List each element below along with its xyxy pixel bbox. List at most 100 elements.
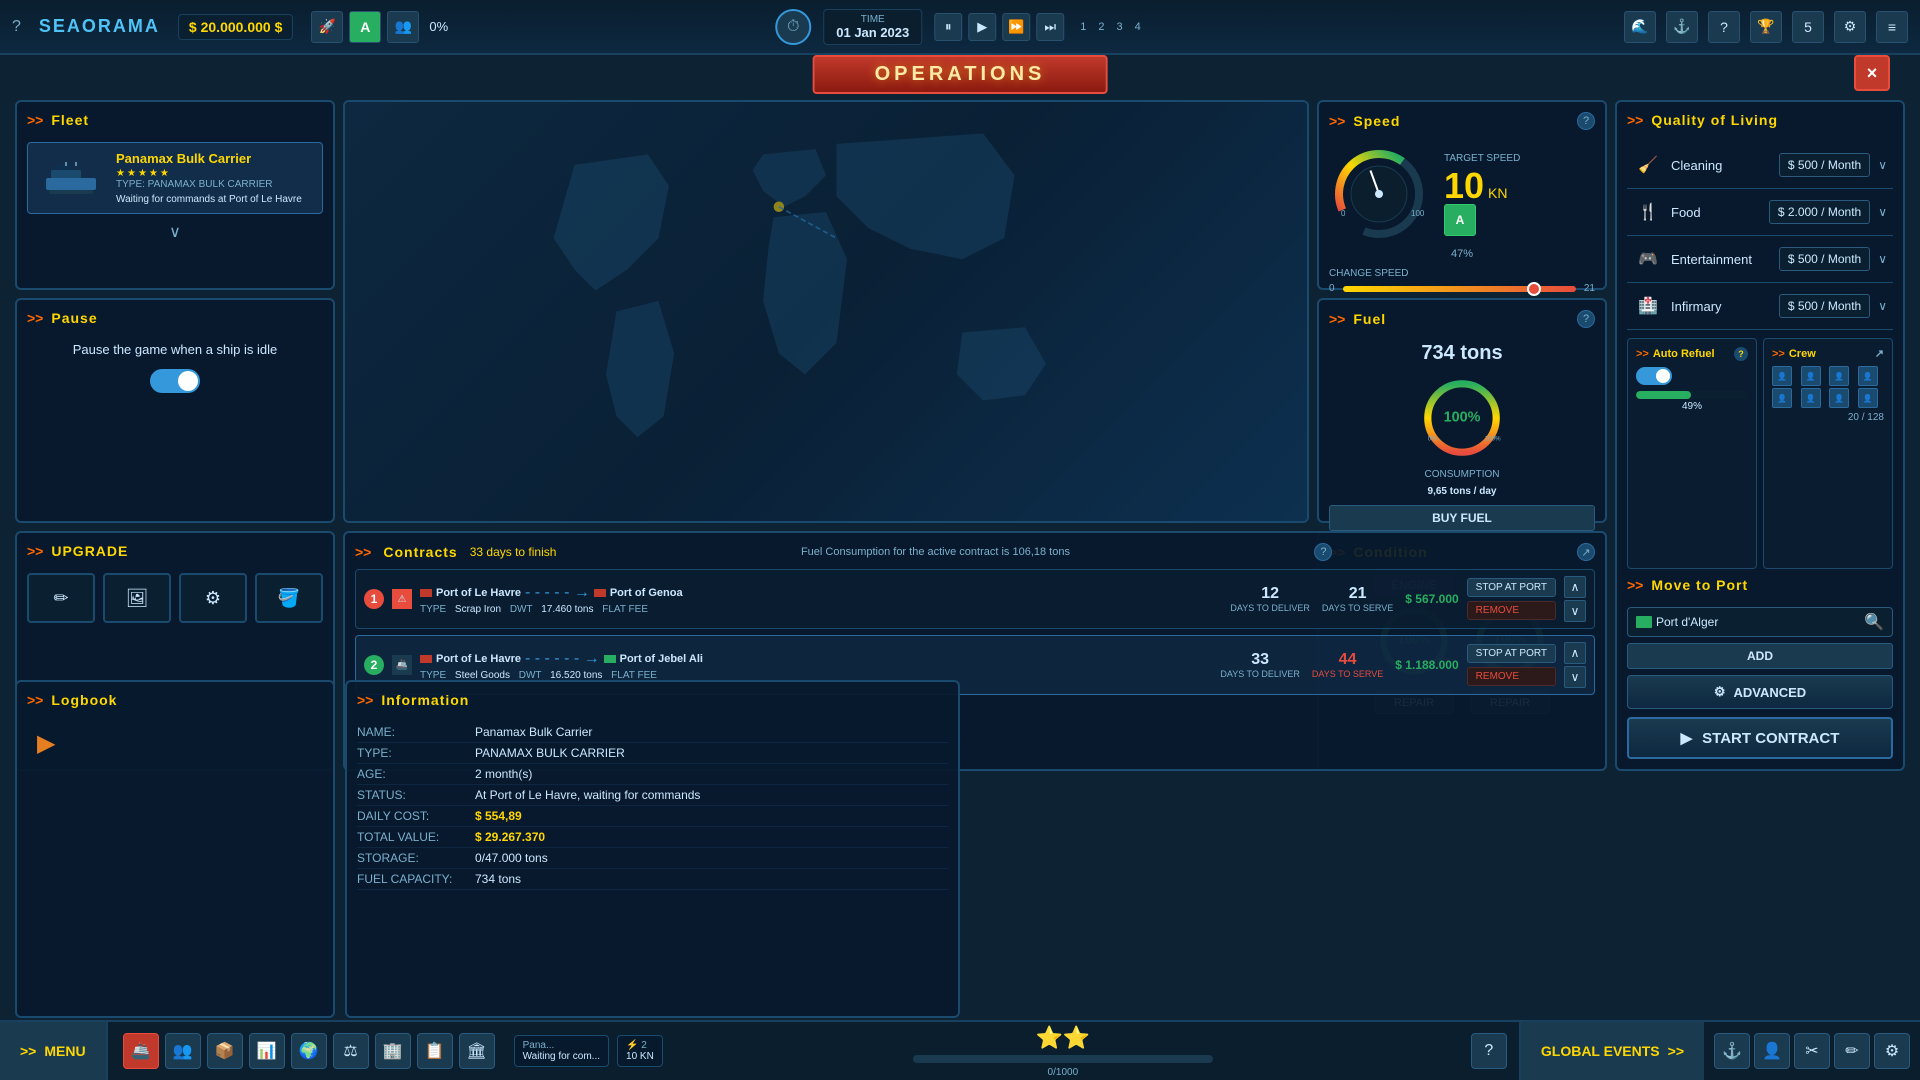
top-right-icon-5[interactable]: 5 [1792, 11, 1824, 43]
time-icon: ⏱ [775, 9, 811, 45]
menu-button[interactable]: >> MENU [0, 1022, 108, 1080]
bottom-anchor-icon[interactable]: ⚓ [1714, 1033, 1750, 1069]
qol-header: >> Quality of Living [1627, 112, 1893, 134]
gauge-circle: 0 100 [1329, 144, 1429, 244]
ff-btn[interactable]: ⏩ [1002, 13, 1030, 41]
bottom-help-icon[interactable]: ? [1471, 1033, 1507, 1069]
top-right-icon-4[interactable]: 🏆 [1750, 11, 1782, 43]
bottom-scissors-icon[interactable]: ✂ [1794, 1033, 1830, 1069]
top-right-icon-2[interactable]: ⚓ [1666, 11, 1698, 43]
info-status-value: At Port of Le Havre, waiting for command… [475, 788, 700, 802]
auto-refuel-toggle[interactable] [1636, 367, 1672, 385]
nav-crew-icon[interactable]: 👥 [165, 1033, 201, 1069]
ship-name: Panamax Bulk Carrier [116, 151, 302, 166]
speed-slider[interactable] [1343, 286, 1576, 292]
qol-arrows: >> [1627, 112, 1643, 128]
top-right-icon-1[interactable]: 🌊 [1624, 11, 1656, 43]
contract-num-2: 2 [364, 655, 384, 675]
nav-ships-icon[interactable]: 🚢 [123, 1033, 159, 1069]
info-name-label: NAME: [357, 725, 467, 739]
nav-globe-icon[interactable]: 🌍 [291, 1033, 327, 1069]
global-events-arrows: >> [1668, 1043, 1684, 1059]
contracts-external[interactable]: ↗ [1577, 543, 1595, 561]
logbook-play-icon: ▶ [37, 729, 323, 758]
menu-dots-icon[interactable]: ≡ [1876, 11, 1908, 43]
consumption-value: 9,65 tons / day [1329, 486, 1595, 497]
expand-down-1[interactable]: ∨ [1564, 600, 1586, 622]
qol-infirmary-chevron[interactable]: ∨ [1878, 299, 1887, 313]
qol-food-chevron[interactable]: ∨ [1878, 205, 1887, 219]
crew-external-icon[interactable]: ↗ [1875, 347, 1884, 360]
qol-cleaning-cost: $ 500 / Month [1779, 153, 1870, 177]
ship-status: Waiting for commands at Port of Le Havre [116, 194, 302, 205]
bottom-person-icon[interactable]: 👤 [1754, 1033, 1790, 1069]
expand-up-2[interactable]: ∧ [1564, 642, 1586, 664]
fleet-header: >> Fleet [27, 112, 323, 134]
stop-at-port-button-2[interactable]: STOP AT PORT [1467, 644, 1556, 663]
nav-bank-icon[interactable]: 🏛 [459, 1033, 495, 1069]
nav-trade-icon[interactable]: ⚖ [333, 1033, 369, 1069]
global-events-button[interactable]: GLOBAL EVENTS >> [1519, 1022, 1704, 1080]
start-contract-button[interactable]: ▶ START CONTRACT [1627, 717, 1893, 759]
auto-refuel-crew-row: >> Auto Refuel ? 49% >> Crew ↗ [1627, 330, 1893, 577]
top-right-icon-3[interactable]: ? [1708, 11, 1740, 43]
qol-cleaning-chevron[interactable]: ∨ [1878, 158, 1887, 172]
upgrade-edit-button[interactable]: ✏ [27, 573, 95, 623]
advanced-button[interactable]: ⚙ ADVANCED [1627, 675, 1893, 709]
target-speed-unit: KN [1488, 185, 1507, 201]
add-button[interactable]: ADD [1627, 643, 1893, 669]
speed-max: 21 [1584, 283, 1595, 294]
nav-icon-3[interactable]: 👥 [387, 11, 419, 43]
nav-buildings-icon[interactable]: 🏢 [375, 1033, 411, 1069]
close-button[interactable]: × [1854, 55, 1890, 91]
port-search[interactable]: Port d'Alger 🔍 [1627, 607, 1893, 637]
bottom-pencil-icon[interactable]: ✏ [1834, 1033, 1870, 1069]
info-age-label: AGE: [357, 767, 467, 781]
nav-contract-icon[interactable]: 📋 [417, 1033, 453, 1069]
remove-button-2[interactable]: REMOVE [1467, 667, 1556, 686]
upgrade-paint-button[interactable]: 🪣 [255, 573, 323, 623]
upgrade-gear-button[interactable]: ⚙ [179, 573, 247, 623]
play-btn[interactable]: ▶ [968, 13, 996, 41]
expand-down-2[interactable]: ∨ [1564, 666, 1586, 688]
nav-icon-1[interactable]: 🚀 [311, 11, 343, 43]
fleet-chevron[interactable]: ∨ [27, 222, 323, 242]
pause-toggle[interactable] [150, 369, 200, 393]
bottom-settings-icon[interactable]: ⚙ [1874, 1033, 1910, 1069]
nav-chart-icon[interactable]: 📊 [249, 1033, 285, 1069]
auto-refuel-help[interactable]: ? [1734, 347, 1748, 361]
fuel-gauge-wrapper: 100% 0% 100% [1329, 373, 1595, 463]
remove-button-1[interactable]: REMOVE [1467, 601, 1556, 620]
nav-icon-2[interactable]: A [349, 11, 381, 43]
speed-help[interactable]: ? [1577, 112, 1595, 130]
fuel-help[interactable]: ? [1577, 310, 1595, 328]
contract-warning-1: ⚠ [392, 589, 412, 609]
info-type-label: TYPE: [357, 746, 467, 760]
flat-fee-label-1: FLAT FEE [602, 604, 648, 615]
fleet-arrows: >> [27, 112, 43, 128]
qol-entertainment-name: Entertainment [1671, 252, 1771, 267]
bottom-center: ⭐⭐ 0/1000 [667, 1025, 1459, 1078]
nav-cargo-icon[interactable]: 📦 [207, 1033, 243, 1069]
port-flag [1636, 616, 1652, 628]
pause-btn[interactable]: ⏸ [934, 13, 962, 41]
cargo-type-2: Steel Goods [455, 670, 510, 681]
stop-at-port-button-1[interactable]: STOP AT PORT [1467, 578, 1556, 597]
speed-controls: ⏸ ▶ ⏩ ⏭ [934, 13, 1064, 41]
contract-route-2: Port of Le Havre - - - - - - → Port of J… [420, 650, 1212, 681]
route-arrow-2: - - - - - - → [525, 650, 600, 668]
search-icon[interactable]: 🔍 [1864, 612, 1884, 632]
qol-entertainment-chevron[interactable]: ∨ [1878, 252, 1887, 266]
upgrade-image-button[interactable]: 🖼 [103, 573, 171, 623]
contracts-help[interactable]: ? [1314, 543, 1332, 561]
money-display: $ 20.000.000 $ [178, 14, 293, 40]
fee-value-2: $ 1.188.000 [1395, 658, 1458, 672]
help-icon[interactable]: ? [12, 18, 21, 36]
fleet-title: Fleet [51, 112, 89, 128]
buy-fuel-button[interactable]: BUY FUEL [1329, 505, 1595, 531]
ship-card[interactable]: Panamax Bulk Carrier ★★★★★ TYPE: PANAMAX… [27, 142, 323, 214]
fff-btn[interactable]: ⏭ [1036, 13, 1064, 41]
settings-icon[interactable]: ⚙ [1834, 11, 1866, 43]
expand-up-1[interactable]: ∧ [1564, 576, 1586, 598]
qol-panel: >> Quality of Living 🧹 Cleaning $ 500 / … [1615, 100, 1905, 771]
